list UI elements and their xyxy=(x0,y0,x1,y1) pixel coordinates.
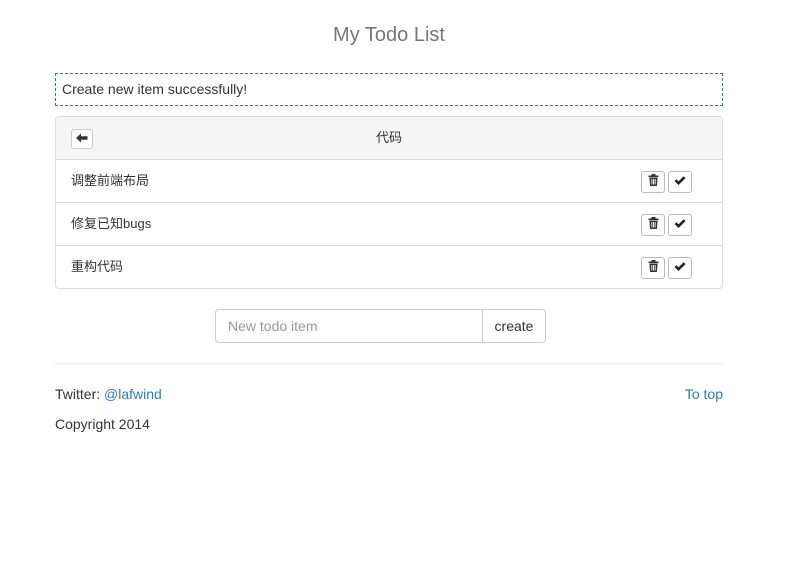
trash-icon xyxy=(648,259,659,277)
new-todo-input[interactable] xyxy=(215,309,483,343)
todo-row-actions xyxy=(641,214,692,236)
create-button[interactable]: create xyxy=(483,309,546,343)
copyright-text: Copyright 2014 xyxy=(55,416,150,432)
trash-icon xyxy=(648,216,659,234)
delete-button[interactable] xyxy=(641,257,665,279)
footer-divider xyxy=(55,363,723,364)
arrow-left-icon xyxy=(76,130,88,148)
todo-row: 调整前端布局 xyxy=(56,160,722,203)
todo-row: 修复已知bugs xyxy=(56,203,722,246)
checkmark-icon xyxy=(674,216,686,234)
complete-button[interactable] xyxy=(668,257,692,279)
todo-row-actions xyxy=(641,171,692,193)
todo-item-text: 调整前端布局 xyxy=(71,173,150,188)
todo-item-text: 修复已知bugs xyxy=(71,216,152,231)
to-top-link[interactable]: To top xyxy=(685,385,723,403)
panel-heading: 代码 xyxy=(56,117,722,160)
todo-panel: 代码 调整前端布局 修复已知bugs 重构代码 xyxy=(55,116,723,289)
flash-message-text: Create new item successfully! xyxy=(62,81,248,97)
flash-message: Create new item successfully! xyxy=(55,73,723,106)
delete-button[interactable] xyxy=(641,171,665,193)
complete-button[interactable] xyxy=(668,171,692,193)
complete-button[interactable] xyxy=(668,214,692,236)
todo-item-text: 重构代码 xyxy=(71,259,124,274)
back-button[interactable] xyxy=(71,129,93,149)
todo-row-actions xyxy=(641,257,692,279)
twitter-line: Twitter: @lafwind xyxy=(55,385,162,403)
new-todo-form: create xyxy=(215,309,546,343)
checkmark-icon xyxy=(674,173,686,191)
twitter-link[interactable]: @lafwind xyxy=(104,386,162,402)
trash-icon xyxy=(648,173,659,191)
twitter-label: Twitter: xyxy=(55,386,101,402)
page-title: My Todo List xyxy=(333,24,445,46)
todo-row: 重构代码 xyxy=(56,246,722,288)
checkmark-icon xyxy=(674,259,686,277)
delete-button[interactable] xyxy=(641,214,665,236)
list-title: 代码 xyxy=(375,130,402,145)
